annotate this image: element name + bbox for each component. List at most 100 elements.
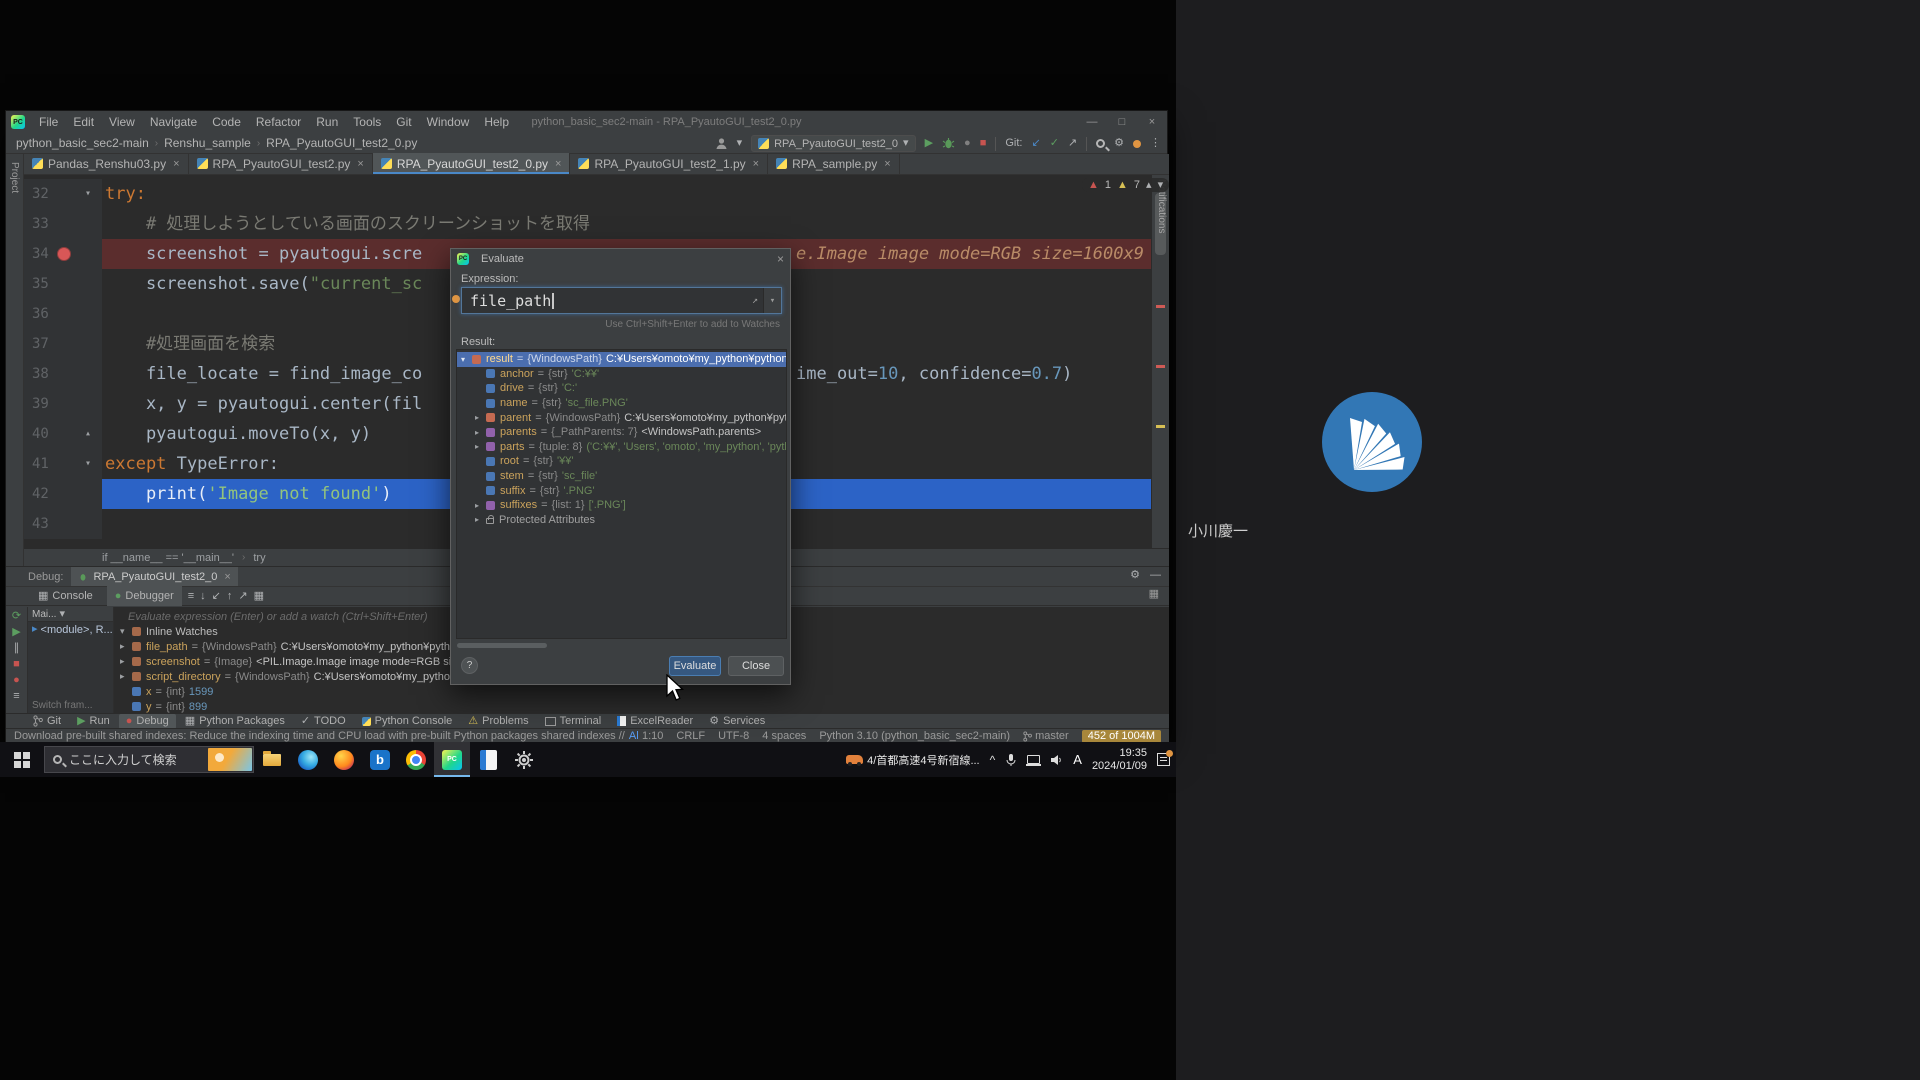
code-text[interactable]: # 処理しようとしている画面のスクリーンショットを取得 [102,209,1151,239]
line-number[interactable]: 36 [24,299,74,329]
taskbar-clock[interactable]: 19:35 2024/01/09 [1092,747,1147,773]
git-branch-widget[interactable]: master [1023,730,1069,742]
debug-minimize-icon[interactable]: — [1150,570,1161,581]
weather-widget-thumbnail[interactable] [208,748,252,771]
breadcrumb-block[interactable]: try [253,552,265,564]
tab-close-icon[interactable]: × [357,158,363,170]
tab-rpa-test2[interactable]: RPA_PyautoGUI_test2.py × [189,153,373,174]
tab-close-icon[interactable]: × [173,158,179,170]
tab-rpa-test2-1[interactable]: RPA_PyautoGUI_test2_1.py × [570,153,768,174]
tree-row[interactable]: stem = {str} 'sc_file' [457,469,786,484]
b-app-button[interactable]: b [362,742,398,777]
device-icon[interactable] [1027,755,1040,764]
evaluate-expression-icon[interactable]: ▦ [254,591,264,602]
expand-icon[interactable]: ▸ [120,641,132,652]
line-number[interactable]: 40 [24,419,74,449]
history-dropdown-icon[interactable]: ▾ [763,288,781,313]
toolwindow-terminal[interactable]: Terminal [538,714,609,729]
tree-row[interactable]: ▸ suffixes = {list: 1} ['.PNG'] [457,498,786,513]
tree-row[interactable]: ▸ parent = {WindowsPath} C:¥Users¥omoto¥… [457,410,786,425]
debug-session-tab[interactable]: RPA_PyautoGUI_test2_0 × [71,567,237,586]
toolwindow-todo[interactable]: ✓ TODO [294,714,353,729]
git-update-icon[interactable]: ↙ [1031,138,1040,149]
debugger-tab[interactable]: ● Debugger [107,586,182,606]
show-hidden-icons-chevron[interactable]: ^ [990,754,996,766]
toolwindow-python-packages[interactable]: ▦ Python Packages [178,714,292,729]
menu-code[interactable]: Code [205,111,248,133]
more-options-icon[interactable]: ⋮ [1150,138,1161,149]
maximize-button[interactable]: □ [1107,111,1137,133]
gutter[interactable] [74,479,102,509]
git-push-icon[interactable]: ↗ [1068,138,1077,149]
notification-badge[interactable] [1133,140,1141,148]
user-dropdown-icon[interactable]: ▾ [737,138,743,149]
debug-button[interactable] [942,137,955,150]
settings-icon[interactable]: ⚙ [1114,138,1124,149]
variable-row[interactable]: x = {int} 1599 [114,684,1169,699]
encoding-indicator[interactable]: UTF-8 [718,730,749,742]
breadcrumb-file[interactable]: RPA_PyautoGUI_test2_0.py [266,136,417,150]
evaluate-button[interactable]: Evaluate [669,656,721,676]
line-number[interactable]: 37 [24,329,74,359]
stop-button[interactable]: ■ [980,138,987,149]
edge-button[interactable] [290,742,326,777]
tree-row[interactable]: anchor = {str} 'C:¥¥' [457,367,786,382]
close-dialog-button[interactable]: Close [728,656,784,676]
fold-marker-icon[interactable]: ▴ [74,419,102,449]
prev-problem-icon[interactable]: ▴ [1146,180,1152,191]
always-download-link[interactable]: Always download [629,730,638,742]
expand-icon[interactable]: ▸ [120,656,132,667]
view-breakpoints-icon[interactable]: ● [13,675,20,686]
line-number[interactable]: 32 [24,179,74,209]
line-separator-indicator[interactable]: CRLF [676,730,705,742]
line-number[interactable]: 41 [24,449,74,479]
tab-close-icon[interactable]: × [555,158,561,170]
memory-indicator[interactable]: 452 of 1004M [1082,730,1161,743]
layout-settings-icon[interactable]: ▦ [1149,589,1159,600]
step-over-icon[interactable]: ↓ [200,591,206,602]
firefox-button[interactable] [326,742,362,777]
close-button[interactable]: × [1137,111,1167,133]
caret-position[interactable]: 1:10 [642,730,663,742]
breadcrumb-project[interactable]: python_basic_sec2-main [16,136,149,150]
office-app-button[interactable] [470,742,506,777]
dialog-close-icon[interactable]: × [777,252,784,266]
fold-marker-icon[interactable]: ▾ [74,179,102,209]
gutter[interactable] [74,239,102,269]
toolwindow-run[interactable]: ▶ Run [70,714,117,729]
run-button[interactable]: ▶ [925,138,933,149]
toolwindow-problems[interactable]: ⚠ Problems [461,714,535,729]
rerun-icon[interactable]: ⟳ [12,611,21,622]
menu-edit[interactable]: Edit [66,111,101,133]
inspection-widget[interactable]: ▲1 ▲7 ▴ ▾ [1082,178,1169,192]
scrollbar-thumb[interactable] [1155,193,1166,255]
toolwindow-debug[interactable]: ● Debug [119,714,176,729]
run-configuration-select[interactable]: RPA_PyautoGUI_test2_0 ▾ [751,135,915,152]
warning-stripe-mark[interactable] [1156,425,1165,428]
pause-icon[interactable]: ∥ [14,643,20,654]
stop-icon[interactable]: ■ [13,659,20,670]
toolwindow-excelreader[interactable]: ExcelReader [610,714,700,729]
expand-icon[interactable]: ▾ [461,355,472,364]
tree-row[interactable]: drive = {str} 'C:' [457,381,786,396]
tree-row[interactable]: root = {str} '¥¥' [457,454,786,469]
tree-row[interactable]: name = {str} 'sc_file.PNG' [457,396,786,411]
help-button[interactable]: ? [461,657,478,674]
tree-row[interactable]: ▸ parents = {_PathParents: 7} <WindowsPa… [457,425,786,440]
expand-icon[interactable]: ▸ [475,413,486,422]
line-number[interactable]: 35 [24,269,74,299]
step-into-icon[interactable]: ↙ [212,591,221,602]
expression-input[interactable]: file_path ↗ ▾ [461,287,782,314]
volume-icon[interactable] [1050,754,1063,766]
stack-frame-row[interactable]: ▸ <module>, R... [28,622,113,637]
breakpoint-icon[interactable] [57,247,71,261]
microphone-icon[interactable] [1005,753,1017,767]
ime-indicator[interactable]: A [1073,752,1082,767]
tab-close-icon[interactable]: × [884,158,890,170]
gutter[interactable] [74,389,102,419]
threads-selector[interactable]: Mai... ▾ [28,607,113,622]
expand-icon[interactable]: ▸ [475,501,486,510]
settings-button[interactable] [506,742,542,777]
result-row-selected[interactable]: ▾ result = {WindowsPath} C:¥Users¥omoto¥… [457,352,786,367]
gutter[interactable] [74,269,102,299]
